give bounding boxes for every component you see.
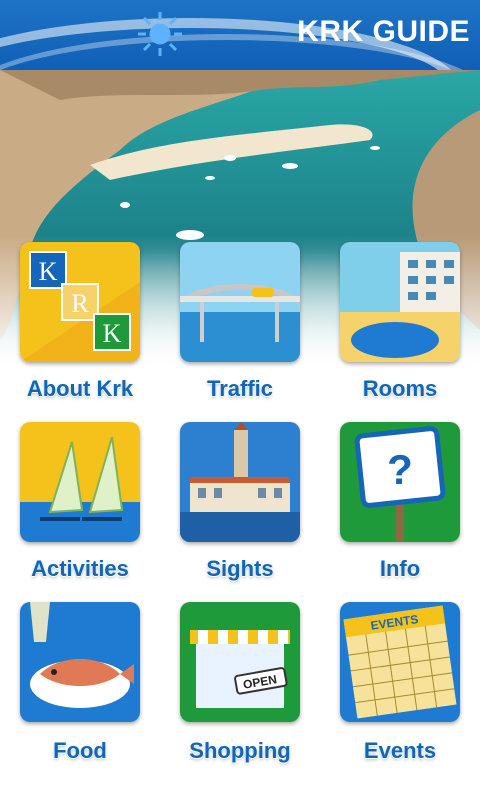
activities-label[interactable]: Activities <box>0 556 160 582</box>
activities-tile[interactable] <box>20 422 140 542</box>
shop-front-icon: OPEN <box>180 602 300 722</box>
krk-letter-k1: K <box>39 257 58 286</box>
info-sign-icon: ? <box>340 422 460 542</box>
shopping-label[interactable]: Shopping <box>160 738 320 764</box>
food-label[interactable]: Food <box>0 738 160 764</box>
hotel-pool-icon <box>340 242 460 362</box>
svg-text:?: ? <box>387 446 413 493</box>
events-tile[interactable]: EVENTS <box>340 602 460 722</box>
sun-icon <box>138 12 182 56</box>
krk-letter-r: R <box>71 289 89 318</box>
food-tile[interactable] <box>20 602 140 722</box>
app-header: KRK GUIDE <box>0 0 480 70</box>
info-tile[interactable]: ? <box>340 422 460 542</box>
rooms-tile[interactable] <box>340 242 460 362</box>
menu-grid: K R K About Krk Traffic Rooms Activities… <box>0 240 480 800</box>
events-label[interactable]: Events <box>320 738 480 764</box>
rooms-label[interactable]: Rooms <box>320 376 480 402</box>
about-krk-tile[interactable]: K R K <box>20 242 140 362</box>
krk-letter-k2: K <box>103 319 122 348</box>
town-tower-icon <box>180 422 300 542</box>
about-krk-label[interactable]: About Krk <box>0 376 160 402</box>
sights-tile[interactable] <box>180 422 300 542</box>
fish-plate-icon <box>20 602 140 722</box>
info-label[interactable]: Info <box>320 556 480 582</box>
app-title: KRK GUIDE <box>297 15 470 48</box>
traffic-label[interactable]: Traffic <box>160 376 320 402</box>
traffic-tile[interactable] <box>180 242 300 362</box>
windsurf-icon <box>20 422 140 542</box>
shopping-tile[interactable]: OPEN <box>180 602 300 722</box>
krk-letters-icon: K R K <box>20 242 140 362</box>
sights-label[interactable]: Sights <box>160 556 320 582</box>
events-calendar-icon: EVENTS <box>340 602 460 722</box>
bridge-icon <box>180 242 300 362</box>
